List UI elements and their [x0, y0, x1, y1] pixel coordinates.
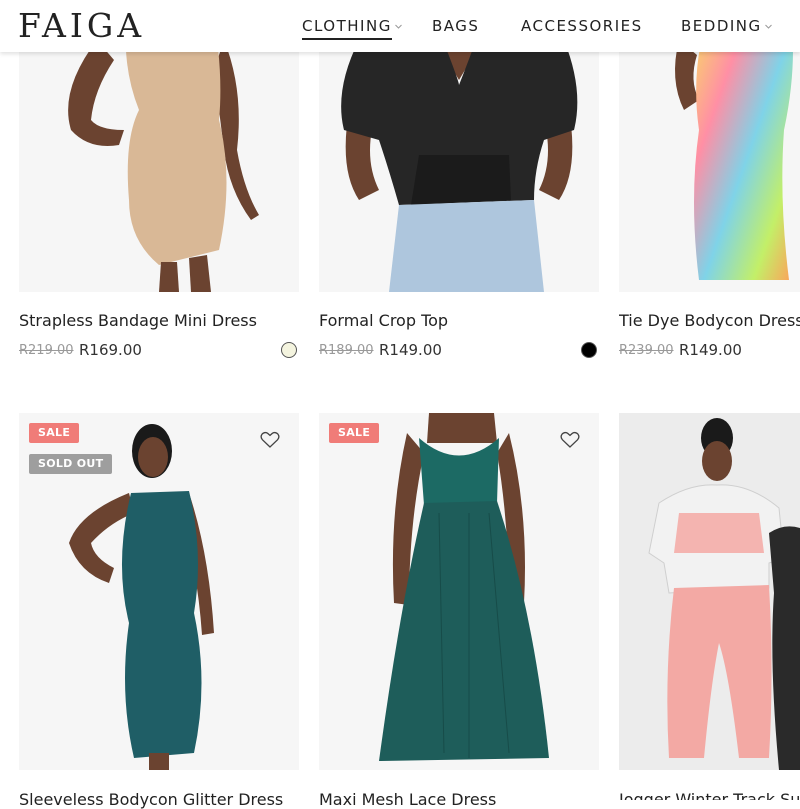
nav-clothing-label: CLOTHING [302, 17, 392, 40]
product-card[interactable]: Jogger Winter Track Suit [619, 413, 800, 800]
product-card[interactable]: Strapless Bandage Mini Dress R219.00 R16… [19, 0, 299, 380]
brand-logo[interactable]: FAIGA [18, 6, 145, 46]
nav-accessories-label: ACCESSORIES [521, 17, 643, 35]
site-header: FAIGA CLOTHING BAGS ACCESSORIES BEDDING [0, 0, 800, 52]
product-name[interactable]: Strapless Bandage Mini Dress [19, 311, 257, 330]
sold-out-badge: SOLD OUT [29, 454, 113, 474]
color-swatch[interactable] [581, 342, 597, 358]
sale-badge: SALE [329, 423, 380, 443]
product-name[interactable]: Formal Crop Top [319, 311, 448, 330]
nav-accessories[interactable]: ACCESSORIES [521, 0, 643, 52]
chevron-down-icon [764, 23, 772, 30]
product-old-price: R239.00 [619, 343, 674, 358]
product-price: R169.00 [79, 341, 142, 359]
nav-bags[interactable]: BAGS [432, 0, 479, 52]
product-old-price: R189.00 [319, 343, 374, 358]
product-price: R149.00 [679, 341, 742, 359]
nav-bedding-label: BEDDING [681, 17, 762, 35]
sale-badge: SALE [29, 423, 80, 443]
product-name[interactable]: Jogger Winter Track Suit [619, 790, 800, 800]
nav-clothing[interactable]: CLOTHING [302, 0, 402, 52]
product-name[interactable]: Tie Dye Bodycon Dress [619, 311, 800, 330]
product-card[interactable]: SALE Maxi Mesh Lace Dress [319, 413, 599, 809]
product-card[interactable]: Formal Crop Top R189.00 R149.00 [319, 0, 599, 380]
product-image[interactable] [619, 413, 800, 770]
product-card[interactable]: SALE SOLD OUT Sleeveless Bodycon Glitter… [19, 413, 299, 809]
nav-bedding[interactable]: BEDDING [681, 0, 772, 52]
wishlist-heart-icon[interactable] [260, 431, 280, 449]
product-price: R149.00 [379, 341, 442, 359]
chevron-down-icon [394, 23, 402, 30]
product-image[interactable] [319, 413, 599, 770]
product-old-price: R219.00 [19, 343, 74, 358]
wishlist-heart-icon[interactable] [560, 431, 580, 449]
nav-bags-label: BAGS [432, 17, 480, 35]
color-swatch[interactable] [281, 342, 297, 358]
product-card[interactable]: Tie Dye Bodycon Dress R239.00 R149.00 [619, 0, 800, 380]
